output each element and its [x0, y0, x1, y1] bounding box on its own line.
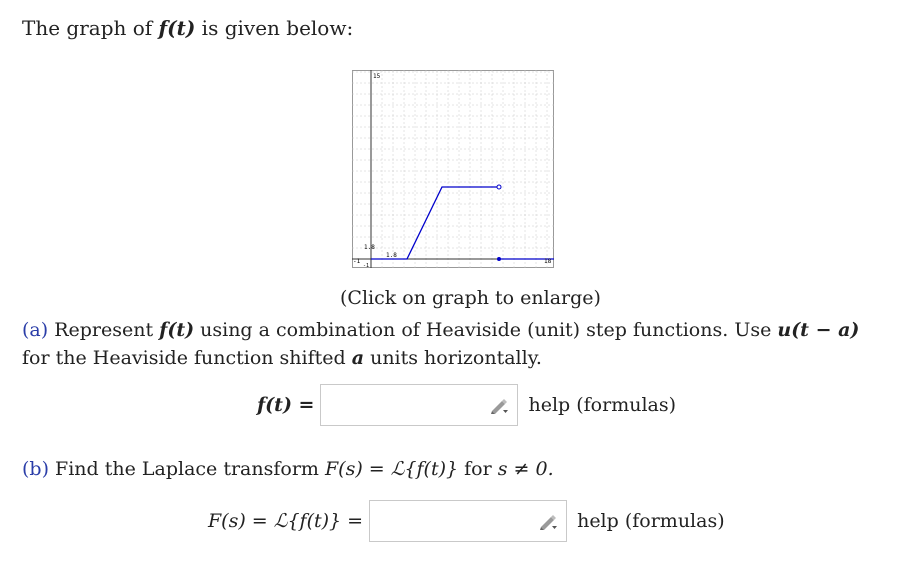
help-formulas-link-b[interactable]: help (formulas)	[577, 510, 725, 532]
graph-caption[interactable]: (Click on graph to enlarge)	[340, 287, 601, 309]
part-b-cond: s ≠ 0.	[497, 458, 554, 480]
tick-label-x-mid: 1.8	[386, 252, 397, 259]
part-a-text3: for the Heaviside function shifted	[22, 347, 352, 369]
part-b-label: (b)	[22, 458, 49, 480]
answer-a-input[interactable]	[320, 384, 519, 426]
open-endpoint	[496, 184, 502, 190]
intro-prefix: The graph of	[22, 16, 159, 40]
tick-label-y-mid: 1.8	[364, 244, 375, 251]
part-a-text1: Represent	[48, 319, 160, 341]
part-b-text1: Find the Laplace transform	[49, 458, 325, 480]
answer-row-b: F(s) = ℒ{f(t)} = help (formulas)	[208, 500, 725, 542]
tick-label-x-left: -1	[353, 258, 361, 265]
intro-func: f(t)	[158, 16, 196, 40]
function-graph[interactable]: 15 1.8 1.8 -1 -1 18	[352, 70, 554, 268]
intro-suffix: is given below:	[195, 16, 354, 40]
closed-endpoint	[497, 257, 501, 261]
pencil-icon[interactable]	[538, 514, 558, 530]
answer-b-lhs: F(s) = ℒ{f(t)} =	[208, 510, 364, 532]
pencil-icon[interactable]	[489, 398, 509, 414]
help-formulas-link-a[interactable]: help (formulas)	[528, 394, 676, 416]
intro-text: The graph of f(t) is given below:	[22, 16, 353, 40]
tick-label-y-top: 15	[373, 73, 381, 80]
graph-frame	[352, 70, 554, 268]
answer-b-input[interactable]	[369, 500, 568, 542]
part-a-step: u(t − a)	[777, 319, 860, 341]
part-b-text2: for	[458, 458, 498, 480]
part-b-expr: F(s) = ℒ{f(t)}	[324, 458, 459, 480]
part-a-question: (a) Represent f(t) using a combination o…	[22, 316, 892, 372]
part-a-func: f(t)	[159, 319, 195, 341]
part-a-text4: units horizontally.	[364, 347, 542, 369]
answer-a-lhs: f(t) =	[257, 394, 315, 416]
part-a-text2: using a combination of Heaviside (unit) …	[194, 319, 778, 341]
part-a-var-a: a	[351, 347, 365, 369]
tick-label-x-right: 18	[544, 258, 552, 265]
part-a-label: (a)	[22, 319, 49, 341]
answer-row-a: f(t) = help (formulas)	[257, 384, 676, 426]
part-b-question: (b) Find the Laplace transform F(s) = ℒ{…	[22, 458, 554, 480]
tick-label-y-bottom: -1	[363, 263, 369, 268]
